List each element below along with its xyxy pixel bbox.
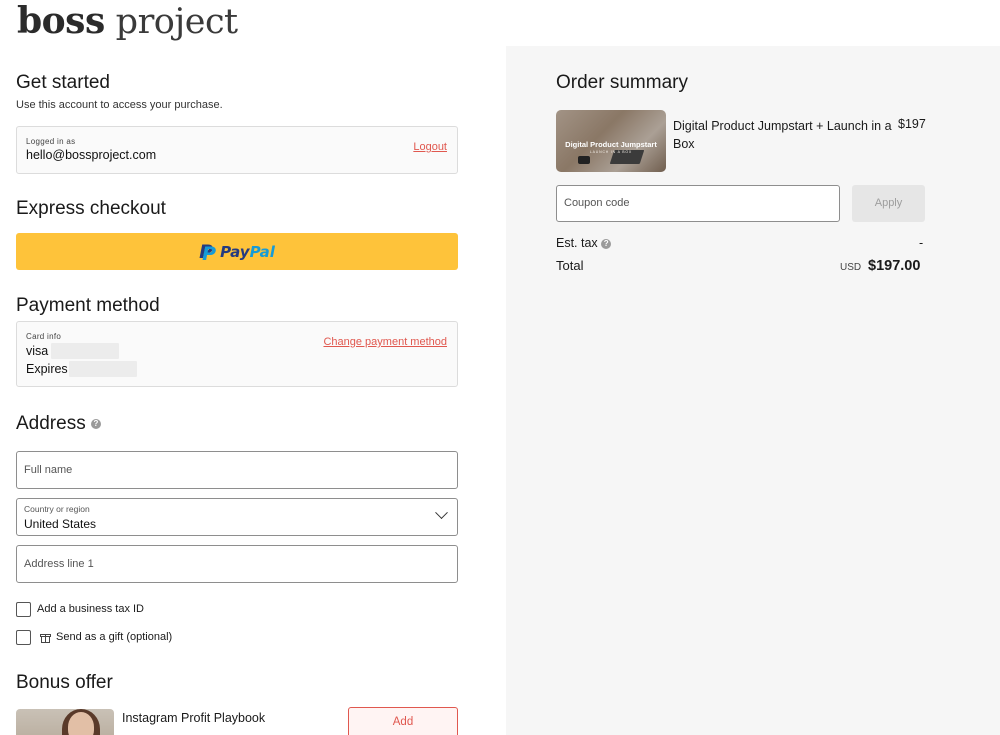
address-heading-text: Address: [16, 413, 86, 434]
change-payment-method-link[interactable]: Change payment method: [323, 336, 447, 348]
logo-word-boss: boss: [17, 0, 105, 42]
question-circle-icon[interactable]: ?: [90, 418, 101, 429]
product-image-subtitle: LAUNCH IN A BOX: [589, 150, 633, 154]
question-circle-icon[interactable]: ?: [601, 238, 612, 249]
coupon-code-input[interactable]: Coupon code: [556, 185, 840, 222]
get-started-heading: Get started: [16, 72, 110, 93]
total-value: $197.00: [868, 258, 921, 274]
expires-label: Expires: [26, 362, 68, 376]
apply-coupon-button[interactable]: Apply: [852, 185, 925, 222]
logged-in-label: Logged in as: [26, 137, 76, 146]
gift-checkbox[interactable]: [16, 630, 31, 645]
order-summary-column: Order summary Digital Product Jumpstart …: [506, 46, 1000, 735]
est-tax-row: Est. tax ?: [556, 236, 612, 250]
business-tax-checkbox[interactable]: [16, 602, 31, 617]
checkout-form-column: boss project Get started Use this accoun…: [0, 0, 506, 735]
paypal-word-pay: Pay: [220, 242, 250, 261]
payment-method-heading: Payment method: [16, 295, 160, 316]
gift-label: Send as a gift (optional): [56, 631, 173, 643]
card-info-panel: Card info visa Expires Change payment me…: [16, 321, 458, 387]
business-tax-label: Add a business tax ID: [37, 603, 145, 615]
card-brand: visa: [26, 344, 49, 358]
address-line1-placeholder: Address line 1: [24, 558, 94, 570]
bonus-product-title: Instagram Profit Playbook: [122, 711, 266, 725]
product-price: $197: [898, 117, 926, 131]
product-image: Digital Product Jumpstart LAUNCH IN A BO…: [556, 110, 666, 172]
bonus-product-image: [16, 709, 114, 735]
est-tax-value: -: [919, 236, 924, 250]
card-number-redacted: [51, 343, 119, 359]
total-label: Total: [556, 258, 584, 273]
logo-word-project: project: [115, 2, 238, 42]
currency-code: USD: [840, 262, 862, 273]
est-tax-label: Est. tax: [556, 236, 598, 250]
country-select[interactable]: Country or region United States: [16, 498, 458, 536]
paypal-logo-icon: P P: [199, 240, 217, 265]
card-info-label: Card info: [26, 332, 62, 341]
paypal-wordmark: PayPal: [220, 243, 275, 261]
coupon-placeholder: Coupon code: [564, 197, 630, 209]
address-heading: Address ?: [16, 413, 101, 435]
express-checkout-heading: Express checkout: [16, 198, 166, 219]
gift-icon: [40, 632, 51, 643]
add-bonus-button[interactable]: Add: [348, 707, 458, 735]
logout-link[interactable]: Logout: [413, 141, 447, 153]
get-started-subtitle: Use this account to access your purchase…: [16, 99, 223, 111]
product-name: Digital Product Jumpstart + Launch in a …: [673, 119, 892, 151]
account-email: hello@bossproject.com: [26, 148, 157, 162]
full-name-placeholder: Full name: [24, 464, 73, 476]
order-summary-heading: Order summary: [556, 72, 688, 93]
expiry-redacted: [69, 361, 137, 377]
country-label: Country or region: [24, 504, 90, 514]
country-value: United States: [24, 517, 97, 531]
brand-logo: boss project: [17, 0, 238, 43]
paypal-button[interactable]: P P PayPal: [16, 233, 458, 270]
paypal-word-pal: Pal: [249, 242, 275, 261]
address-line1-input[interactable]: Address line 1: [16, 545, 458, 583]
full-name-input[interactable]: Full name: [16, 451, 458, 489]
bonus-offer-heading: Bonus offer: [16, 672, 113, 693]
account-panel: Logged in as hello@bossproject.com Logou…: [16, 126, 458, 174]
chevron-down-icon: [435, 506, 448, 520]
product-image-title: Digital Product Jumpstart: [565, 140, 657, 149]
